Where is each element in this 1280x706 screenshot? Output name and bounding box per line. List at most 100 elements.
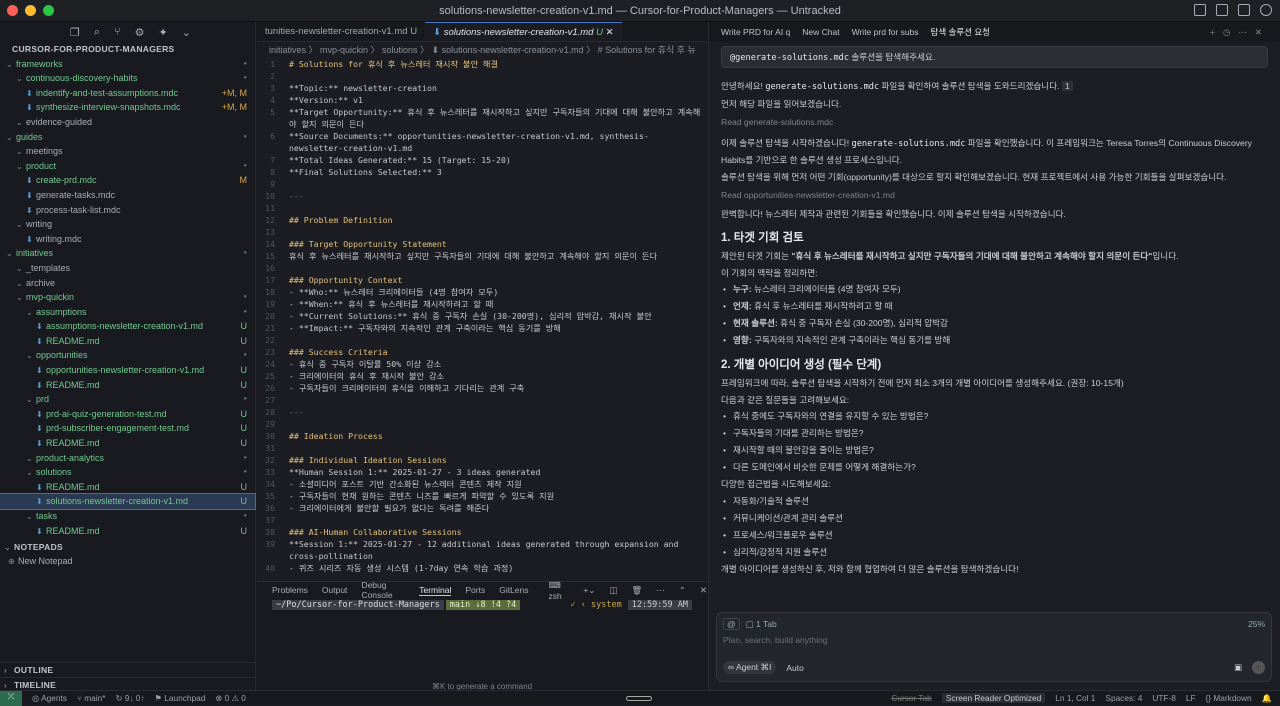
code-line[interactable]: 40 - 퀴즈 시리즈 자동 생성 시스템 (1-7day 연속 학습 과정) [257,562,707,574]
ai-icon[interactable]: ✦ [159,26,168,39]
code-line[interactable]: 야 할지 의문이 든다 [257,118,707,130]
tab-debug-console[interactable]: Debug Console [361,580,405,600]
code-line[interactable]: 14 ### Target Opportunity Statement [257,238,707,250]
read-file-step[interactable]: Read generate-solutions.mdc [721,114,1268,131]
folder-item[interactable]: ⌄ evidence-guided [0,115,255,130]
chevron-down-icon[interactable]: ⌄ [182,26,191,39]
chat-tab-prd-subs[interactable]: Write prd for subs [846,27,925,37]
code-line[interactable]: 6 **Source Documents:** opportunities-new… [257,130,707,142]
branch-indicator[interactable]: ⑂ main* [77,693,106,703]
toggle-sidebar-icon[interactable] [1194,4,1206,16]
chat-input-box[interactable]: @ ▢ 1 Tab 25% Plan, search, build anythi… [716,612,1272,682]
eol[interactable]: LF [1186,693,1196,703]
minimize-window-button[interactable] [25,5,36,16]
tab-problems[interactable]: Problems [272,585,308,595]
code-line[interactable]: 33 **Human Session 1:** 2025-01-27 - 3 id… [257,466,707,478]
folder-item[interactable]: ⌄ writing [0,217,255,232]
folder-item[interactable]: ⌄ initiatives ● [0,246,255,261]
file-item[interactable]: ⬇ README.md U [0,378,255,393]
folder-item[interactable]: ⌄ assumptions ● [0,305,255,320]
outline-section-header[interactable]: › OUTLINE [0,662,255,677]
indentation[interactable]: Spaces: 4 [1105,693,1142,703]
file-item[interactable]: ⬇ indentify-and-test-assumptions.mdc +M, M [0,86,255,101]
add-terminal-icon[interactable]: +⌄ [583,585,595,596]
image-icon[interactable]: ▣ [1234,662,1242,673]
code-line[interactable]: 8 **Final Solutions Selected:** 3 [257,166,707,178]
file-item[interactable]: ⬇ assumptions-newsletter-creation-v1.md U [0,319,255,334]
zoom-window-button[interactable] [43,5,54,16]
file-item[interactable]: ⬇ solutions-newsletter-creation-v1.md U [0,493,256,510]
code-line[interactable]: 9 [257,178,707,190]
file-item[interactable]: ⬇ create-prd.mdc M [0,173,255,188]
close-icon[interactable]: ✕ [606,27,614,38]
folder-item[interactable]: ⌄ product ● [0,159,255,174]
code-line[interactable]: 16 [257,262,707,274]
code-line[interactable]: 21 - **Impact:** 구독자와의 지속적인 관계 구축이라는 핵심 동… [257,322,707,334]
code-line[interactable]: 28 --- [257,406,707,418]
maximize-panel-icon[interactable]: ⌃ [679,585,686,596]
mention-icon[interactable]: @ [723,618,740,630]
file-item[interactable]: ⬇ prd-ai-quiz-generation-test.md U [0,407,255,422]
code-line[interactable]: 19 - **When:** 휴식 후 뉴스레터를 재시작하려고 할 때 [257,298,707,310]
code-line[interactable]: 15 휴식 후 뉴스레터를 재시작하고 싶지만 구독자들의 기대에 대해 불안하고… [257,250,707,262]
breadcrumb[interactable]: initiatives 〉 mvp-quickin 〉 solutions 〉 … [257,42,707,58]
file-item[interactable]: ⬇ README.md U [0,524,255,539]
file-item[interactable]: ⬇ writing.mdc [0,232,255,247]
folder-item[interactable]: ⌄ continuous-discovery-habits ● [0,71,255,86]
code-line[interactable]: 23 ### Success Criteria [257,346,707,358]
code-line[interactable]: 24 - 휴식 중 구독자 이탈률 50% 이상 감소 [257,358,707,370]
tab-gitlens[interactable]: GitLens [499,585,528,595]
folder-item[interactable]: ⌄ meetings [0,144,255,159]
send-icon[interactable]: ↑ [1252,661,1265,674]
close-window-button[interactable] [7,5,18,16]
drag-handle[interactable] [626,695,652,701]
code-line[interactable]: 26 - 구독자들이 크리에이터의 휴식을 이해하고 기다리는 관계 구축 [257,382,707,394]
chat-tab-prd-ai-quiz[interactable]: Write PRD for AI q [715,27,796,37]
user-message[interactable]: @generate-solutions.mdc 솔루션을 탐색해주세요. [721,46,1268,68]
folder-item[interactable]: ⌄ _templates [0,261,255,276]
folder-item[interactable]: ⌄ mvp-quickin ● [0,290,255,305]
code-line[interactable]: 31 [257,442,707,454]
toggle-chat-icon[interactable] [1238,4,1250,16]
code-line[interactable]: 38 ### AI-Human Collaborative Sessions [257,526,707,538]
sync-indicator[interactable]: ↻ 9↓ 0↑ [115,693,144,703]
toggle-panel-icon[interactable] [1216,4,1228,16]
folder-item[interactable]: ⌄ solutions ● [0,465,255,480]
code-line[interactable]: 2 [257,70,707,82]
model-selector[interactable]: Auto [786,663,804,673]
more-icon[interactable]: ⋯ [656,585,665,596]
folder-item[interactable]: ⌄ archive [0,276,255,291]
chat-input-field[interactable]: Plan, search, build anything [717,635,1271,661]
folder-item[interactable]: ⌄ opportunities ● [0,348,255,363]
code-line[interactable]: cross-pollination [257,550,707,562]
search-icon[interactable]: ⌕ [94,26,100,39]
code-line[interactable]: 10 --- [257,190,707,202]
agent-mode-button[interactable]: ∞ Agent ⌘I [723,661,777,674]
chat-tab-solutions[interactable]: 탐색 솔루션 요청 [925,26,996,38]
chat-actions-icon[interactable]: +◷⋯✕ [1210,27,1270,38]
file-item[interactable]: ⬇ README.md U [0,436,255,451]
code-line[interactable]: 36 - 크리에이터에게 불안할 필요가 없다는 독려를 해준다 [257,502,707,514]
tab-solutions[interactable]: ⬇ solutions-newsletter-creation-v1.md U … [425,22,622,41]
close-panel-icon[interactable]: ✕ [700,585,707,596]
folder-item[interactable]: ⌄ prd ● [0,392,255,407]
terminal-shell-icon[interactable]: ⌨ zsh [549,580,570,601]
chat-tab-new-chat[interactable]: New Chat [796,27,845,37]
file-item[interactable]: ⬇ README.md U [0,334,255,349]
split-terminal-icon[interactable]: ◫ [609,585,617,596]
code-line[interactable]: 37 [257,514,707,526]
cursor-position[interactable]: Ln 1, Col 1 [1055,693,1095,703]
file-item[interactable]: ⬇ generate-tasks.mdc [0,188,255,203]
settings-icon[interactable] [1260,4,1272,16]
remote-icon[interactable]: ⤫ [0,690,22,706]
code-line[interactable]: 7 **Total Ideas Generated:** 15 (Target: … [257,154,707,166]
file-item[interactable]: ⬇ process-task-list.mdc [0,203,255,218]
code-line[interactable]: 11 [257,202,707,214]
code-line[interactable]: 17 ### Opportunity Context [257,274,707,286]
code-line[interactable]: 4 **Version:** v1 [257,94,707,106]
problems-indicator[interactable]: ⊗ 0 ⚠ 0 [215,693,246,703]
code-line[interactable]: 34 - 소셜미디어 포스트 기반 간소화된 뉴스레터 콘텐츠 제작 지원 [257,478,707,490]
folder-item[interactable]: ⌄ product-analytics ● [0,451,255,466]
folder-item[interactable]: ⌄ tasks ● [0,509,255,524]
tab-ports[interactable]: Ports [465,585,485,595]
